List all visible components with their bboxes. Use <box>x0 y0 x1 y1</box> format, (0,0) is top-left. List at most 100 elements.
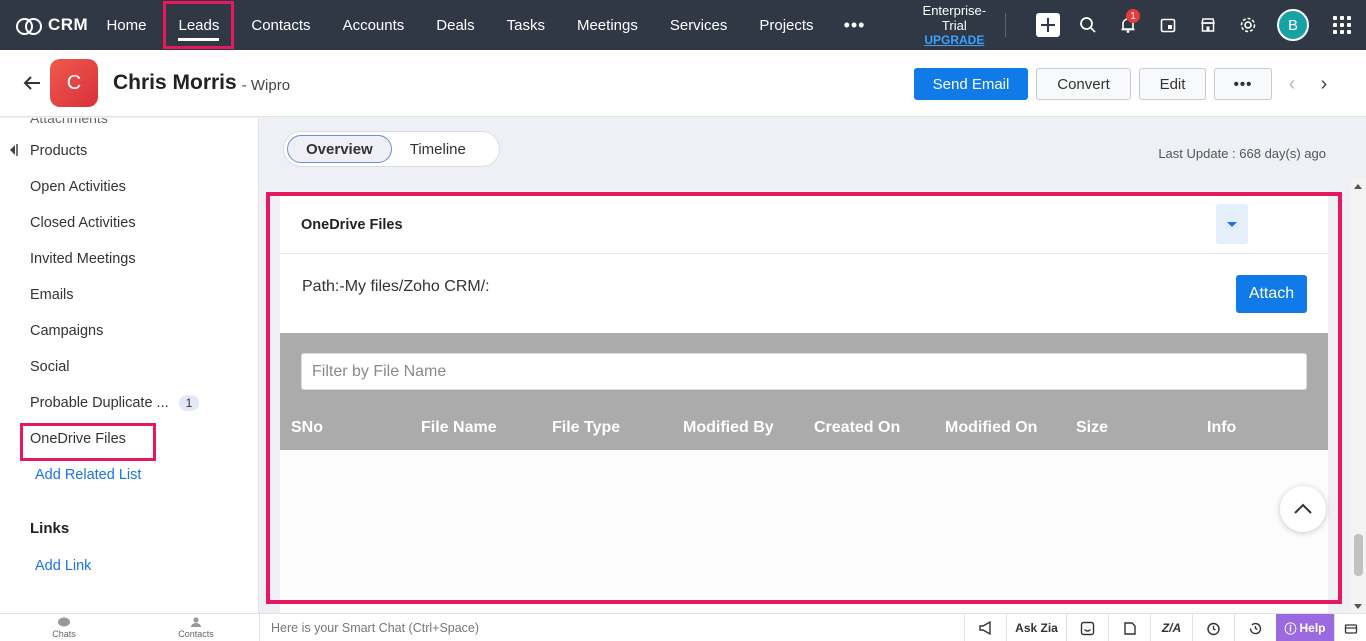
nav-item-accounts[interactable]: Accounts <box>327 0 421 50</box>
record-company: - Wipro <box>241 76 291 94</box>
nav-item-home[interactable]: Home <box>90 0 162 50</box>
related-list-sidebar: Attachments Products Open Activities Clo… <box>0 118 259 613</box>
highlight-box-onedrive-sidebar <box>20 423 156 461</box>
view-tabs: Overview Timeline <box>283 131 500 167</box>
record-avatar: C <box>50 59 98 107</box>
sidebar-item-closed-activities[interactable]: Closed Activities <box>30 215 136 231</box>
nav-item-meetings[interactable]: Meetings <box>561 0 654 50</box>
top-navbar: CRM Home Leads Contacts Accounts Deals T… <box>0 0 1366 50</box>
chevron-right-icon: › <box>1320 72 1328 95</box>
convert-button[interactable]: Convert <box>1036 68 1131 100</box>
announcement-button[interactable] <box>964 614 1006 641</box>
notifications-button[interactable]: 1 <box>1108 0 1148 50</box>
chats-label: Chats <box>52 629 76 639</box>
scroll-up-arrow-icon[interactable] <box>1354 184 1362 189</box>
plus-icon <box>1036 13 1060 37</box>
megaphone-icon <box>978 621 991 635</box>
back-arrow-icon[interactable] <box>22 73 42 93</box>
tab-overview[interactable]: Overview <box>287 135 392 163</box>
smart-chat-input[interactable]: Here is your Smart Chat (Ctrl+Space) <box>271 621 479 635</box>
help-button[interactable]: ⓘ Help <box>1276 614 1334 641</box>
contacts-label: Contacts <box>178 629 214 639</box>
chevron-left-icon: ‹ <box>1288 72 1296 95</box>
bottom-divider <box>259 614 260 641</box>
scrollbar-thumb[interactable] <box>1354 534 1363 576</box>
nav-item-leads[interactable]: Leads <box>162 0 235 50</box>
note-icon <box>1123 621 1136 635</box>
ask-zia-button[interactable]: Ask Zia <box>1006 614 1066 641</box>
scroll-down-arrow-icon[interactable] <box>1354 604 1362 609</box>
recent-items-button[interactable] <box>1234 614 1276 641</box>
zoho-apps-button[interactable]: Z/A <box>1150 614 1192 641</box>
sidebar-item-label: Probable Duplicate ... <box>30 395 169 411</box>
brand-logo[interactable]: CRM <box>16 15 90 35</box>
help-icon: ⓘ <box>1284 621 1297 636</box>
links-heading: Links <box>30 520 70 537</box>
trial-info: Enterprise-Trial UPGRADE <box>915 3 993 47</box>
calendar-button[interactable] <box>1148 0 1188 50</box>
trial-label: Enterprise-Trial <box>922 3 987 33</box>
sidebar-item-probable-duplicate[interactable]: Probable Duplicate ... 1 <box>30 395 200 411</box>
sidebar-item-emails[interactable]: Emails <box>30 287 74 303</box>
marketplace-button[interactable] <box>1188 0 1228 50</box>
alarm-clock-icon <box>1207 622 1220 635</box>
nav-item-services[interactable]: Services <box>654 0 744 50</box>
app-grid-icon <box>1333 16 1351 34</box>
sidebar-item-products[interactable]: Products <box>30 143 87 159</box>
search-icon <box>1080 17 1096 33</box>
nav-item-deals[interactable]: Deals <box>420 0 490 50</box>
nav-item-tasks[interactable]: Tasks <box>491 0 561 50</box>
smile-note-icon <box>1080 621 1095 635</box>
more-actions-button[interactable]: ••• <box>1214 68 1272 100</box>
reminders-button[interactable] <box>1192 614 1234 641</box>
tab-timeline[interactable]: Timeline <box>392 135 484 163</box>
collapse-sidebar-icon[interactable] <box>8 143 18 157</box>
highlight-box-onedrive-section <box>266 192 1342 604</box>
nav-divider <box>1005 13 1006 37</box>
settings-button[interactable] <box>1228 0 1268 50</box>
bottom-tools: Ask Zia Z/A ⓘ Help <box>964 614 1366 641</box>
nav-item-projects[interactable]: Projects <box>743 0 829 50</box>
add-related-list-link[interactable]: Add Related List <box>35 467 141 483</box>
person-icon <box>191 617 201 627</box>
search-button[interactable] <box>1068 0 1108 50</box>
sidebar-item-invited-meetings[interactable]: Invited Meetings <box>30 251 136 267</box>
user-menu-button[interactable]: B <box>1268 0 1318 50</box>
contacts-button[interactable]: Contacts <box>178 617 214 639</box>
previous-record-button[interactable]: ‹ <box>1280 68 1304 100</box>
gear-icon <box>1240 17 1256 33</box>
page-scrollbar[interactable] <box>1351 178 1366 613</box>
sidebar-item-campaigns[interactable]: Campaigns <box>30 323 103 339</box>
next-record-button[interactable]: › <box>1312 68 1336 100</box>
nav-icons: 1 B <box>1028 0 1366 50</box>
record-actions: Send Email Convert Edit ••• ‹ › <box>914 68 1336 100</box>
notes-button[interactable] <box>1108 614 1150 641</box>
record-name: Chris Morris <box>113 71 237 94</box>
sidebar-item-open-activities[interactable]: Open Activities <box>30 179 126 195</box>
brand-name: CRM <box>48 15 89 34</box>
quick-create-button[interactable] <box>1028 0 1068 50</box>
upgrade-link[interactable]: UPGRADE <box>915 33 993 47</box>
chats-button[interactable]: Chats <box>52 617 76 639</box>
sidebar-item-social[interactable]: Social <box>30 359 70 375</box>
sidebar-item-attachments[interactable]: Attachments <box>30 118 108 126</box>
edit-button[interactable]: Edit <box>1139 68 1206 100</box>
notification-badge: 1 <box>1126 9 1140 23</box>
tray-icon <box>1344 624 1357 634</box>
tray-button[interactable] <box>1334 614 1366 641</box>
last-update-text: Last Update : 668 day(s) ago <box>1158 146 1326 161</box>
zia-sticker-button[interactable] <box>1066 614 1108 641</box>
chat-bubble-icon <box>58 617 70 627</box>
module-tabs: Home Leads Contacts Accounts Deals Tasks… <box>90 0 879 50</box>
count-badge: 1 <box>178 395 200 411</box>
nav-item-contacts[interactable]: Contacts <box>235 0 326 50</box>
store-icon <box>1201 18 1215 32</box>
history-icon <box>1249 622 1262 634</box>
send-email-button[interactable]: Send Email <box>914 68 1028 100</box>
more-modules-button[interactable]: ••• <box>830 15 880 36</box>
apps-button[interactable] <box>1318 0 1366 50</box>
record-header: C Chris Morris - Wipro Send Email Conver… <box>0 50 1366 117</box>
add-link-link[interactable]: Add Link <box>35 558 91 574</box>
zia-logo-icon: Z/A <box>1161 621 1182 635</box>
calendar-icon <box>1160 18 1176 33</box>
